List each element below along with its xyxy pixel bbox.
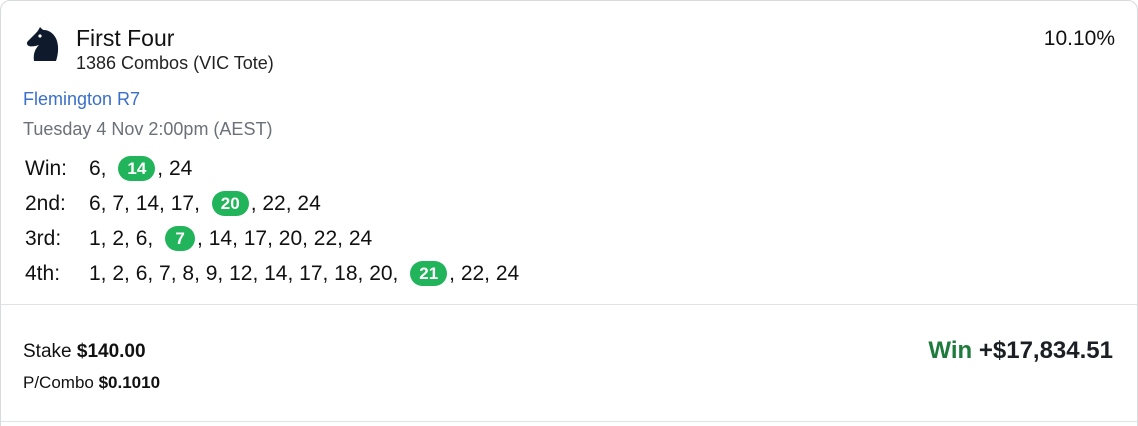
- bet-header: First Four 1386 Combos (VIC Tote) 10.10%: [25, 23, 1115, 79]
- selection-numbers-after: , 24: [157, 156, 193, 180]
- per-combo-label: P/Combo: [23, 373, 99, 392]
- selections-list: Win: 6, 14 , 24 2nd: 6, 7, 14, 17, 20 , …: [25, 151, 519, 291]
- stake-line: Stake $140.00: [23, 341, 146, 363]
- selection-label: 4th:: [25, 261, 61, 285]
- bet-card: First Four 1386 Combos (VIC Tote) 10.10%…: [0, 0, 1138, 426]
- selection-numbers-before: 1, 2, 6, 7, 8, 9, 12, 14, 17, 18, 20,: [89, 261, 405, 285]
- result-status: Win: [928, 337, 973, 364]
- selection-row-win: Win: 6, 14 , 24: [25, 151, 519, 186]
- selection-row-2nd: 2nd: 6, 7, 14, 17, 20 , 22, 24: [25, 186, 519, 221]
- selection-values: 1, 2, 6, 7 , 14, 17, 20, 22, 24: [89, 226, 372, 251]
- race-datetime: Tuesday 4 Nov 2:00pm (AEST): [23, 119, 273, 139]
- selection-numbers-after: , 14, 17, 20, 22, 24: [197, 226, 373, 250]
- winning-number-badge: 21: [410, 261, 448, 286]
- horse-head-icon: [26, 27, 59, 61]
- bet-combos-subtitle: 1386 Combos (VIC Tote): [76, 53, 274, 73]
- bet-type-title: First Four: [76, 25, 175, 51]
- winning-number-badge: 20: [211, 191, 249, 216]
- selection-numbers-before: 6, 7, 14, 17,: [89, 191, 206, 215]
- race-meeting-link[interactable]: Flemington R7: [23, 89, 140, 110]
- stake-value: $140.00: [76, 341, 146, 362]
- winning-number-badge: 14: [118, 156, 156, 181]
- selection-numbers-before: 6,: [89, 156, 113, 180]
- selection-numbers-before: 1, 2, 6,: [89, 226, 160, 250]
- selection-values: 1, 2, 6, 7, 8, 9, 12, 14, 17, 18, 20, 21…: [89, 261, 519, 286]
- selection-label: 3rd:: [25, 226, 62, 250]
- bottom-divider: [1, 421, 1137, 422]
- bet-result: Win +$17,834.51: [928, 337, 1113, 365]
- winning-number-badge: 7: [165, 226, 196, 251]
- section-divider: [1, 304, 1137, 305]
- result-amount: +$17,834.51: [972, 337, 1113, 364]
- selection-values: 6, 7, 14, 17, 20 , 22, 24: [89, 191, 321, 216]
- per-combo-value: $0.1010: [98, 373, 161, 392]
- per-combo-line: P/Combo $0.1010: [23, 373, 160, 393]
- selection-values: 6, 14 , 24: [89, 156, 192, 181]
- stake-label: Stake: [23, 341, 77, 362]
- selection-row-3rd: 3rd: 1, 2, 6, 7 , 14, 17, 20, 22, 24: [25, 221, 519, 256]
- selection-row-4th: 4th: 1, 2, 6, 7, 8, 9, 12, 14, 17, 18, 2…: [25, 256, 519, 291]
- selection-numbers-after: , 22, 24: [449, 261, 520, 285]
- bet-percentage: 10.10%: [1043, 27, 1115, 50]
- selection-numbers-after: , 22, 24: [250, 191, 321, 215]
- selection-label: Win:: [25, 156, 67, 180]
- selection-label: 2nd:: [25, 191, 66, 215]
